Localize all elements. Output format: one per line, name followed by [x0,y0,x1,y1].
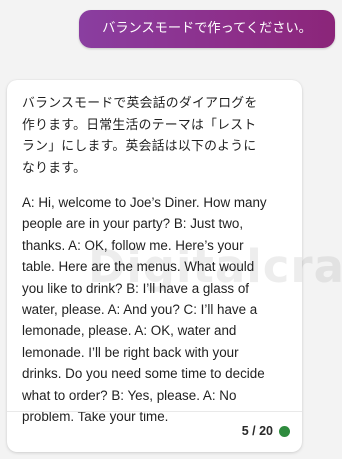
turn-counter: 5 / 20 [242,424,290,438]
turn-counter-label: 5 / 20 [241,424,273,438]
status-dot-icon [279,425,290,437]
assistant-message-body: バランスモードで英会話のダイアログを 作ります。日常生活のテーマは「レスト ラン… [22,93,288,427]
message-footer: 5 / 20 [7,411,302,452]
user-message-bubble: バランスモードで作ってください。 [79,10,335,48]
assistant-dialogue-text: A: Hi, welcome to Joe’s Diner. How many … [22,195,267,425]
assistant-message-card: バランスモードで英会話のダイアログを 作ります。日常生活のテーマは「レスト ラン… [7,80,302,452]
chat-view: バランスモードで作ってください。 バランスモードで英会話のダイアログを 作ります… [0,0,342,459]
assistant-intro-text: バランスモードで英会話のダイアログを 作ります。日常生活のテーマは「レスト ラン… [22,96,258,176]
